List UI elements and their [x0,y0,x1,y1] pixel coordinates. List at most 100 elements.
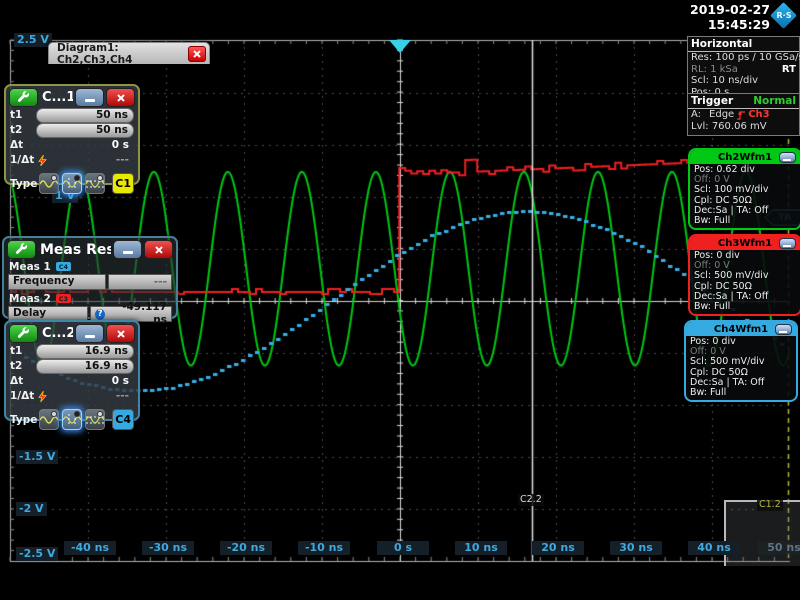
minimize-icon[interactable] [779,238,796,249]
wrench-icon [17,91,30,104]
cursor1-source-button[interactable]: C1 [112,173,134,194]
badge-title: Ch3Wfm1 [718,238,772,249]
close-button[interactable] [106,88,135,107]
cursor2-dialog: C...2 t1 16.9 ns t2 16.9 ns Δt 0 s 1/Δt … [4,320,140,421]
trigger-level-label: Lvl: 760.06 mV [691,121,767,133]
meas1-source-chip[interactable]: C4 [56,262,71,271]
wrench-icon [15,243,28,256]
record-length-label: RL: 1 kSa [691,64,738,76]
x-axis-label: 40 ns [688,541,740,555]
x-axis-label: -40 ns [64,541,116,555]
t1-input[interactable]: 16.9 ns [36,344,134,359]
cursor1-dialog: C...1 t1 50 ns t2 50 ns Δt 0 s 1/Δt --- … [4,84,140,185]
diagram-tab[interactable]: Diagram1: Ch2,Ch3,Ch4 [48,42,210,64]
minimize-icon[interactable] [775,324,792,335]
x-axis-label: -30 ns [142,541,194,555]
t1-input[interactable]: 50 ns [36,108,134,123]
dt-value: 0 s [36,375,134,387]
x-axis-label: 20 ns [532,541,584,555]
horizontal-title: Horizontal [691,38,752,50]
t2-label: t2 [10,360,36,372]
y-axis-label: 2.5 V [14,33,52,47]
meas2-source-chip[interactable]: C3 [56,294,71,303]
trigger-source-label: Ch3 [748,109,769,121]
oscilloscope-screen: C2.2 C1.2 TA 2.5 V1 V-1.5 V-2 V-2.5 V -4… [0,0,800,600]
flash-icon [38,391,47,402]
inv-dt-value: --- [47,390,134,402]
inv-dt-label: 1/Δt [10,154,36,166]
badge-title: Ch2Wfm1 [718,152,772,163]
t2-input[interactable]: 50 ns [36,123,134,138]
t2-label: t2 [10,124,36,136]
settings-wrench-button[interactable] [9,88,38,107]
ch4-waveform-badge[interactable]: Ch4Wfm1 Pos: 0 div Off: 0 V Scl: 500 mV/… [684,320,798,402]
x-axis-label: -20 ns [220,541,272,555]
dt-label: Δt [10,375,36,387]
horizontal-panel[interactable]: Horizontal Res: 100 ps / 10 GSa/s RL: 1 … [687,36,800,95]
diagram-tab-label: Diagram1: Ch2,Ch3,Ch4 [49,42,188,66]
resolution-label: Res: 100 ps / 10 GSa/s [691,52,800,64]
badge-row: Bw: Full [694,216,800,226]
rs-logo-icon: R·S [772,2,796,30]
dialog-title: C...1 [40,90,73,105]
ch2-waveform-badge[interactable]: Ch2Wfm1 Pos: 0.62 div Off: 0 V Scl: 100 … [688,148,800,230]
close-icon[interactable] [188,46,206,62]
date-label: 2019-02-27 [686,2,770,17]
close-button[interactable] [144,240,173,259]
meas1-value: --- [108,274,172,290]
meas1-name: Frequency [8,274,106,290]
inv-dt-label: 1/Δt [10,390,36,402]
cursor-type-vertical-button[interactable] [62,173,82,194]
meas2-label: Meas 2 [9,293,51,305]
minimize-icon[interactable] [779,152,796,163]
rising-edge-icon [736,110,746,120]
inv-dt-value: --- [47,154,134,166]
ch3-waveform-badge[interactable]: Ch3Wfm1 Pos: 0 div Off: 0 V Scl: 500 mV/… [688,234,800,316]
meas1-label: Meas 1 [9,261,51,273]
timescale-label: Scl: 10 ns/div [691,75,758,87]
trigger-type-label: Edge [709,109,734,121]
x-axis-label: 30 ns [610,541,662,555]
time-label: 15:45:29 [686,17,770,32]
dialog-title: C...2 [40,326,73,341]
x-axis-label: 0 s [377,541,429,555]
datetime-display: 2019-02-27 15:45:29 [686,2,770,32]
minimize-button[interactable] [75,324,104,343]
minimize-button[interactable] [75,88,104,107]
trigger-mode-label: Normal [753,95,796,107]
cursor-type-horizontal-button[interactable] [39,409,59,430]
cursor2-source-button[interactable]: C4 [112,409,134,430]
wrench-icon [17,327,30,340]
cursor-type-both-button[interactable] [85,173,105,194]
t1-label: t1 [10,109,36,121]
type-label: Type [10,178,36,190]
measurement-results-dialog: Meas Res Meas 1 C4 Frequency --- Meas 2 … [2,236,178,319]
x-axis-label: 50 ns [758,541,800,555]
y-axis-label: -2.5 V [16,547,58,561]
t1-label: t1 [10,345,36,357]
settings-wrench-button[interactable] [7,240,36,259]
minimize-button[interactable] [113,240,142,259]
type-label: Type [10,414,36,426]
cursor1-line-label[interactable]: C1.2 [757,499,783,511]
x-axis-label: -10 ns [298,541,350,555]
flash-icon [38,155,47,166]
trigger-position-marker[interactable] [389,40,411,53]
dialog-title: Meas Res [38,242,111,258]
t2-input[interactable]: 16.9 ns [36,359,134,374]
trigger-a-label: A: [691,109,701,121]
help-icon[interactable]: ? [95,309,105,320]
settings-wrench-button[interactable] [9,324,38,343]
badge-row: Bw: Full [690,388,796,398]
cursor-type-horizontal-button[interactable] [39,173,59,194]
dt-value: 0 s [36,139,134,151]
x-axis-label: 10 ns [455,541,507,555]
badge-row: Bw: Full [694,302,800,312]
close-button[interactable] [106,324,135,343]
cursor-type-both-button[interactable] [85,409,105,430]
cursor2-line-label[interactable]: C2.2 [518,494,544,506]
y-axis-label: -2 V [16,502,47,516]
trigger-title: Trigger [691,95,733,107]
cursor-type-vertical-button[interactable] [62,409,82,430]
trigger-panel[interactable]: Trigger Normal A: Edge Ch3 Lvl: 760.06 m… [687,93,800,136]
